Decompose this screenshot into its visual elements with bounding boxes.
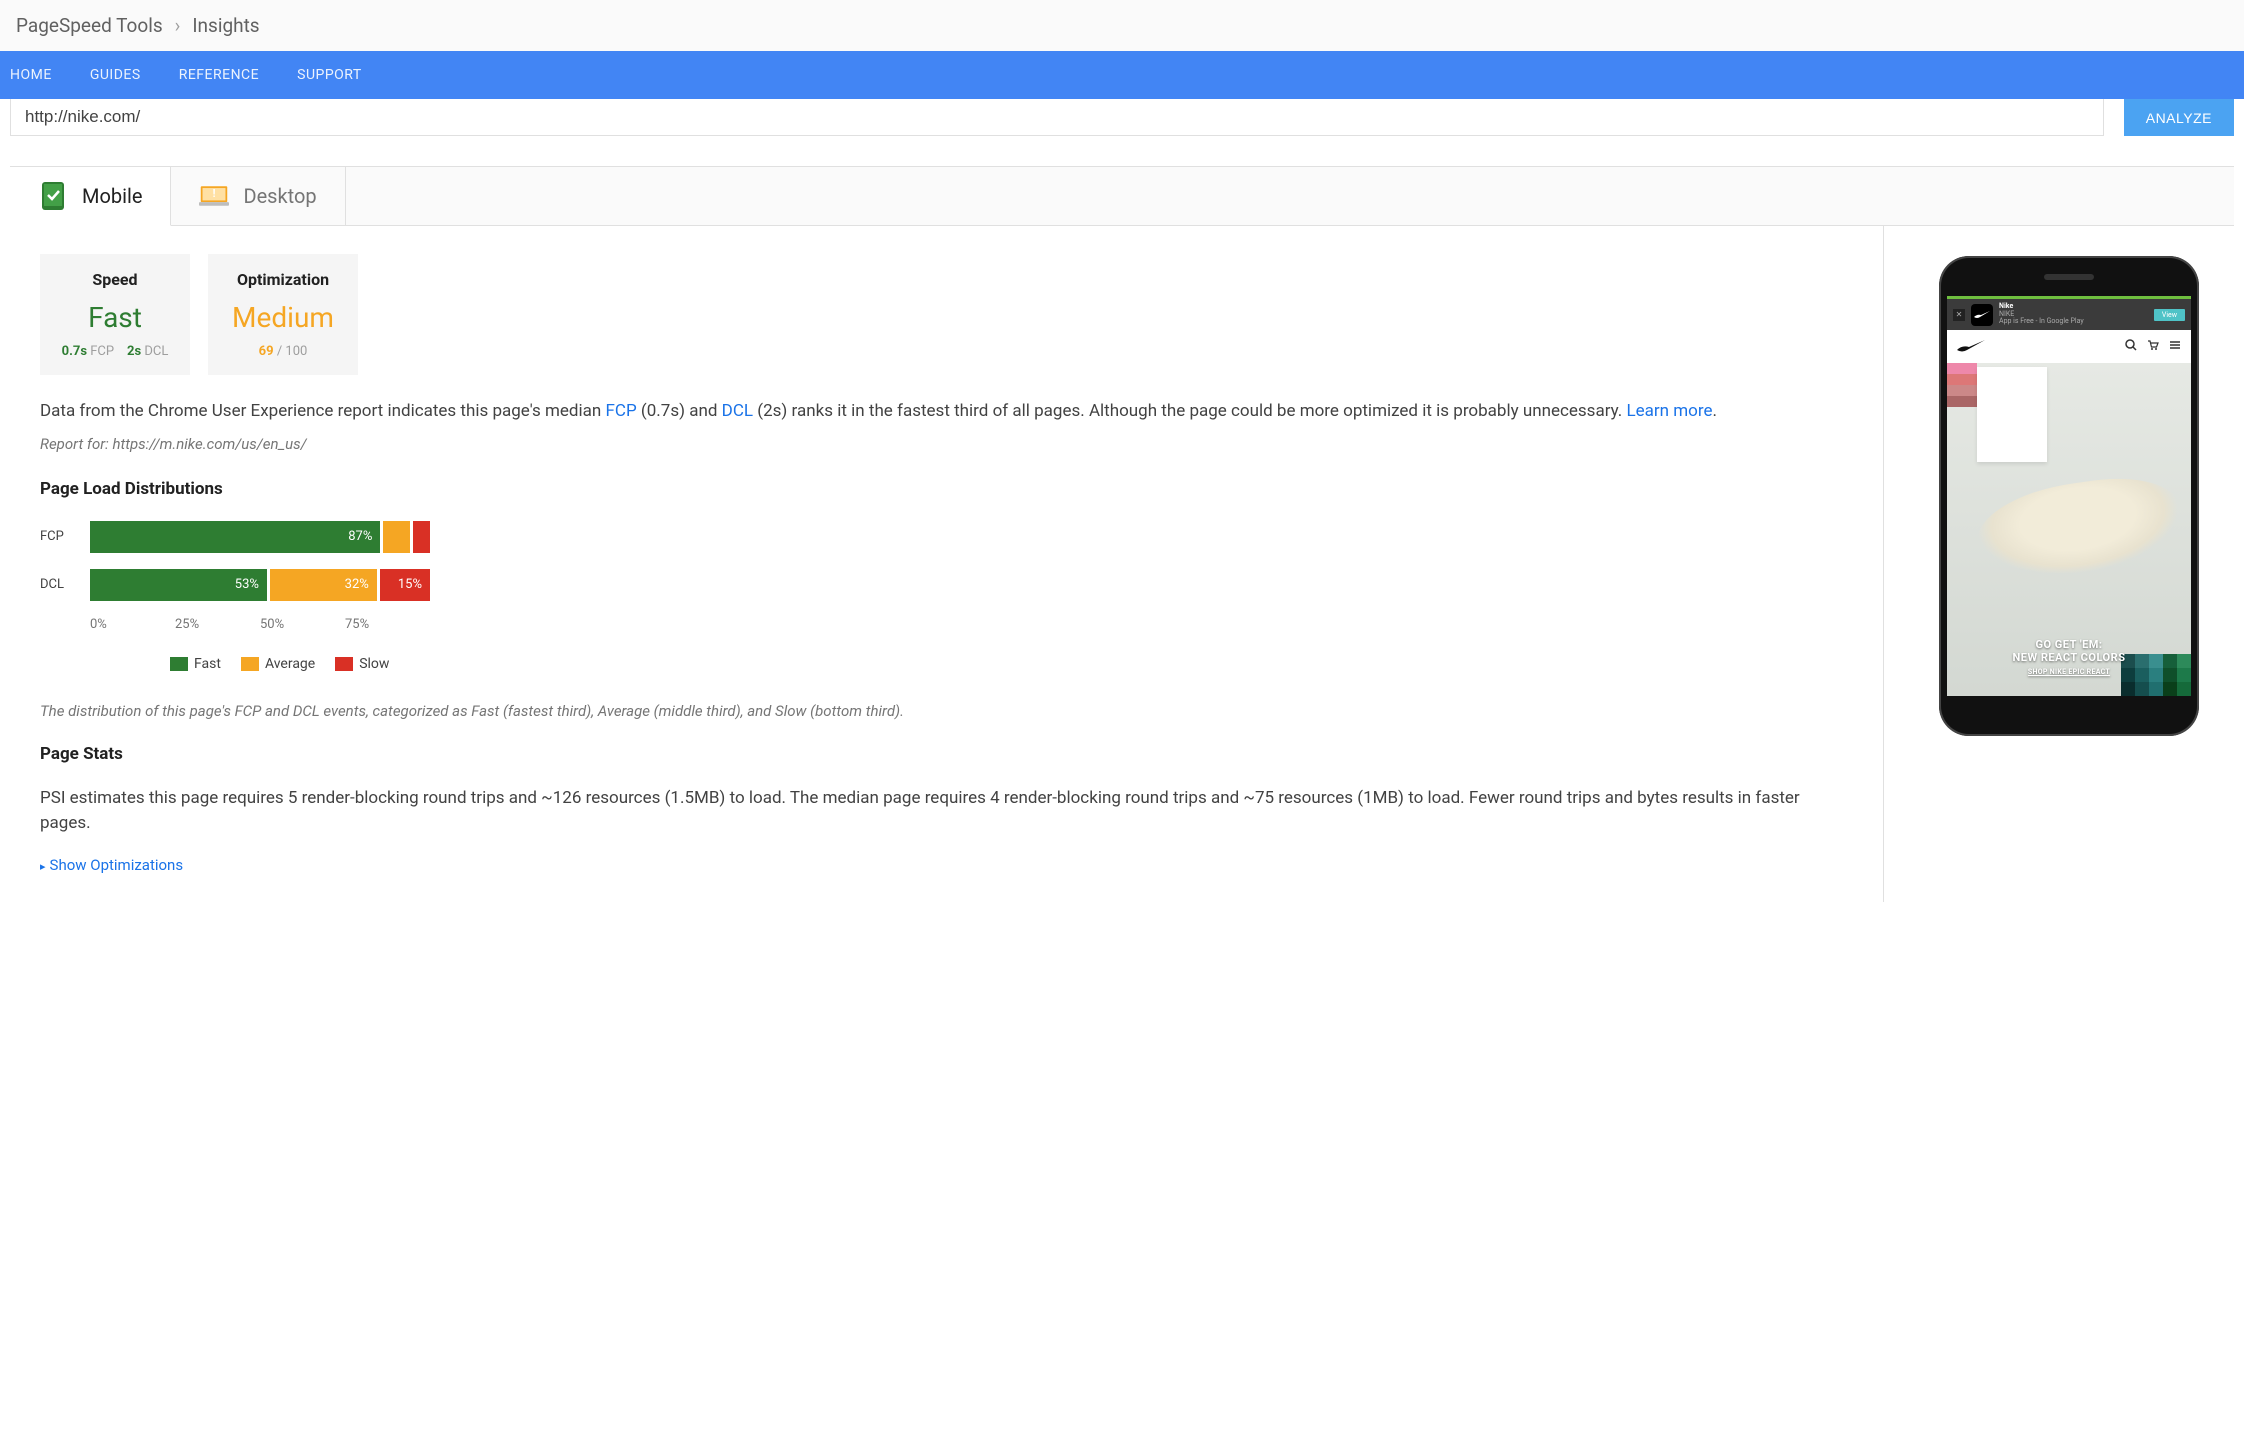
tab-mobile[interactable]: Mobile	[10, 166, 171, 226]
dist-heading: Page Load Distributions	[40, 479, 1853, 499]
opt-card-title: Optimization	[226, 270, 340, 289]
paper-decoration	[1977, 367, 2047, 462]
palette-swatch-icon	[1947, 363, 1977, 407]
analyze-button[interactable]: ANALYZE	[2124, 99, 2234, 136]
nike-swoosh-icon	[1957, 336, 1985, 357]
hero-cta: SHOP NIKE EPIC REACT	[1947, 668, 2191, 676]
stats-heading: Page Stats	[40, 744, 1853, 764]
banner-title: Nike	[1999, 303, 2148, 311]
seg-fcp-slow	[413, 521, 430, 553]
legend-fast: Fast	[170, 656, 221, 672]
legend-fast-label: Fast	[194, 656, 221, 672]
breadcrumb-leaf[interactable]: Insights	[192, 14, 259, 37]
learn-more-link[interactable]: Learn more	[1626, 401, 1712, 421]
seg-fcp-avg	[383, 521, 410, 553]
nav-home[interactable]: HOME	[0, 51, 80, 99]
axis-25: 25%	[175, 617, 260, 632]
show-optimizations-link[interactable]: Show Optimizations	[50, 856, 184, 874]
summary-dot: .	[1713, 401, 1717, 421]
app-install-banner: ✕ Nike NIKE App is Free - In Google Play…	[1947, 299, 2191, 330]
preview-column: ✕ Nike NIKE App is Free - In Google Play…	[1904, 226, 2234, 902]
hero-line2: NEW REACT COLORS	[1947, 651, 2191, 664]
desktop-warn-icon: !	[199, 181, 229, 211]
dist-legend: Fast Average Slow	[170, 656, 1853, 672]
tab-desktop-label: Desktop	[243, 184, 316, 208]
dist-bar-fcp: 87%	[90, 521, 430, 553]
opt-score: 69	[259, 344, 274, 359]
legend-slow-label: Slow	[359, 656, 389, 672]
fcp-value: 0.7s	[62, 344, 87, 359]
breadcrumb-root[interactable]: PageSpeed Tools	[16, 14, 163, 37]
banner-sub2: App is Free - In Google Play	[1999, 318, 2148, 326]
search-icon	[2125, 339, 2137, 354]
swatch-fast-icon	[170, 657, 188, 671]
opt-card-value: Medium	[226, 301, 340, 334]
cart-icon	[2147, 339, 2159, 354]
legend-avg-label: Average	[265, 656, 315, 672]
seg-dcl-fast: 53%	[90, 569, 267, 601]
hero-text: GO GET 'EM: NEW REACT COLORS SHOP NIKE E…	[1947, 638, 2191, 676]
nav-reference[interactable]: REFERENCE	[169, 51, 287, 99]
summary-pre: Data from the Chrome User Experience rep…	[40, 401, 606, 421]
dist-caption: The distribution of this page's FCP and …	[40, 702, 1853, 720]
nav-support[interactable]: SUPPORT	[287, 51, 390, 99]
dist-bar-dcl: 53% 32% 15%	[90, 569, 430, 601]
dist-axis: 0% 25% 50% 75%	[90, 617, 430, 632]
optimization-card: Optimization Medium 69 / 100	[208, 254, 358, 375]
speed-card-value: Fast	[58, 301, 172, 334]
summary-mid1: (0.7s) and	[637, 401, 722, 421]
banner-view-button: View	[2154, 309, 2185, 321]
tab-desktop[interactable]: ! Desktop	[171, 167, 345, 225]
nav-guides[interactable]: GUIDES	[80, 51, 169, 99]
navbar: HOME GUIDES REFERENCE SUPPORT	[0, 51, 2244, 99]
speed-card-title: Speed	[58, 270, 172, 289]
menu-icon	[2169, 339, 2181, 354]
hero-line1: GO GET 'EM:	[1947, 638, 2191, 651]
report-for: Report for: https://m.nike.com/us/en_us/	[40, 435, 1853, 453]
seg-dcl-slow: 15%	[380, 569, 430, 601]
dcl-label: DCL	[144, 344, 168, 359]
main-content: Speed Fast 0.7s FCP 2s DCL Optimization …	[10, 226, 1884, 902]
swatch-slow-icon	[335, 657, 353, 671]
dist-chart: FCP 87% DCL 53% 32% 15% 0% 25% 50%	[40, 521, 1853, 672]
swatch-avg-icon	[241, 657, 259, 671]
axis-50: 50%	[260, 617, 345, 632]
svg-text:!: !	[213, 187, 216, 200]
legend-avg: Average	[241, 656, 315, 672]
phone-mock: ✕ Nike NIKE App is Free - In Google Play…	[1939, 256, 2199, 736]
search-row: ANALYZE	[0, 99, 2244, 146]
phone-screen: ✕ Nike NIKE App is Free - In Google Play…	[1947, 296, 2191, 696]
phone-speaker-icon	[2044, 274, 2094, 280]
dcl-link[interactable]: DCL	[722, 401, 753, 421]
mobile-check-icon	[38, 181, 68, 211]
stats-body: PSI estimates this page requires 5 rende…	[40, 786, 1853, 837]
dcl-value: 2s	[127, 344, 141, 359]
chevron-right-icon: ›	[175, 14, 181, 37]
hero-image: GO GET 'EM: NEW REACT COLORS SHOP NIKE E…	[1947, 363, 2191, 696]
speed-card: Speed Fast 0.7s FCP 2s DCL	[40, 254, 190, 375]
speed-card-sub: 0.7s FCP 2s DCL	[58, 344, 172, 359]
close-icon: ✕	[1953, 309, 1965, 321]
site-topbar	[1947, 330, 2191, 363]
nike-swoosh-icon	[1971, 304, 1993, 326]
shoe-image	[1972, 469, 2187, 587]
triangle-right-icon: ▸	[40, 860, 46, 873]
fcp-link[interactable]: FCP	[606, 401, 637, 421]
dist-row-label-fcp: FCP	[40, 529, 90, 544]
legend-slow: Slow	[335, 656, 389, 672]
seg-fcp-fast: 87%	[90, 521, 380, 553]
dist-row-label-dcl: DCL	[40, 577, 90, 592]
opt-card-sub: 69 / 100	[226, 344, 340, 359]
fcp-label: FCP	[90, 344, 114, 359]
summary-mid2: (2s) ranks it in the fastest third of al…	[753, 401, 1626, 421]
seg-dcl-avg: 32%	[270, 569, 377, 601]
axis-0: 0%	[90, 617, 175, 632]
opt-score-max: / 100	[274, 344, 308, 359]
axis-75: 75%	[345, 617, 430, 632]
device-tabs: Mobile ! Desktop	[10, 166, 2234, 226]
tab-mobile-label: Mobile	[82, 184, 142, 208]
url-input[interactable]	[10, 99, 2104, 136]
summary-text: Data from the Chrome User Experience rep…	[40, 399, 1853, 425]
breadcrumb: PageSpeed Tools › Insights	[0, 0, 2244, 51]
